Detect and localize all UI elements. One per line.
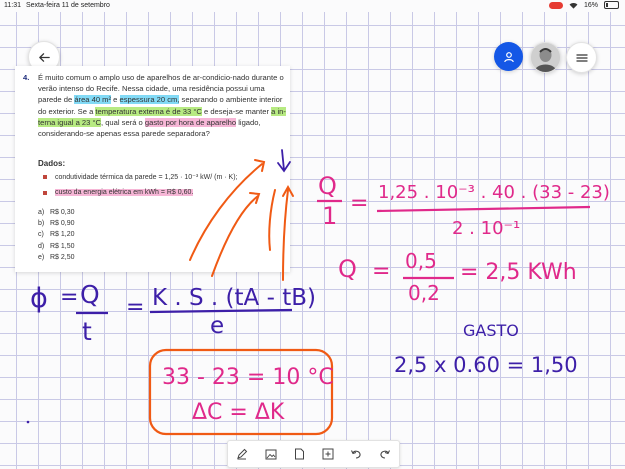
equals-sign: = bbox=[60, 285, 78, 310]
temperature-difference: 33 - 23 = 10 °C bbox=[162, 365, 334, 390]
gasto-block: GASTO 2,5 x 0.60 = 1,50 bbox=[394, 321, 578, 377]
undo-icon bbox=[351, 450, 361, 459]
energy-result: = 2,5 KWh bbox=[460, 260, 577, 285]
add-page-icon bbox=[322, 448, 334, 460]
image-tool-button[interactable] bbox=[263, 446, 279, 462]
phi-symbol: ϕ bbox=[30, 283, 48, 314]
formula-denominator: e bbox=[210, 313, 224, 339]
frac-numerator: 0,5 bbox=[405, 249, 437, 273]
fraction-bar bbox=[376, 205, 591, 213]
pen-icon bbox=[237, 448, 248, 460]
add-page-button[interactable] bbox=[320, 446, 336, 462]
image-icon bbox=[265, 449, 277, 459]
calculation-block: Q 1 = 1,25 . 10⁻³ . 40 . (33 - 23) 2 . 1… bbox=[318, 172, 610, 305]
pen-tool-button[interactable] bbox=[234, 446, 250, 462]
fraction-Q: Q bbox=[80, 280, 100, 309]
redo-button[interactable] bbox=[377, 446, 393, 462]
calc-numerator: 1,25 . 10⁻³ . 40 . (33 - 23) bbox=[378, 182, 610, 203]
calc-denominator: 2 . 10⁻¹ bbox=[452, 218, 520, 239]
box-text: 33 - 23 = 10 °C ΔC = ΔK bbox=[162, 365, 334, 425]
formula-block: ϕ = Q t = K . S . (tA - tB) e bbox=[30, 280, 316, 346]
equals-sign: = bbox=[350, 191, 368, 216]
orange-arrow-strokes bbox=[189, 159, 294, 281]
q-numerator: Q bbox=[318, 172, 337, 200]
undo-button[interactable] bbox=[348, 446, 364, 462]
purple-arrow-stroke bbox=[277, 149, 291, 173]
q-denominator: 1 bbox=[322, 202, 337, 230]
ink-dot bbox=[26, 420, 30, 424]
redo-icon bbox=[380, 450, 390, 459]
equals-sign: = bbox=[372, 259, 390, 284]
q-result-symbol: Q bbox=[338, 255, 357, 283]
frac-denominator: 0,2 bbox=[408, 281, 440, 305]
delta-equivalence: ΔC = ΔK bbox=[192, 400, 285, 425]
gasto-calculation: 2,5 x 0.60 = 1,50 bbox=[394, 353, 578, 377]
handwriting-layer: ϕ = Q t = K . S . (tA - tB) e 33 - 23 = … bbox=[26, 149, 610, 436]
formula-numerator: K . S . (tA - tB) bbox=[152, 285, 316, 311]
equals-sign: = bbox=[126, 295, 144, 320]
drawing-toolbar bbox=[227, 440, 400, 468]
page-tool-button[interactable] bbox=[291, 446, 307, 462]
fraction-t: t bbox=[82, 317, 92, 346]
page-icon bbox=[294, 448, 304, 460]
gasto-label: GASTO bbox=[463, 321, 519, 340]
